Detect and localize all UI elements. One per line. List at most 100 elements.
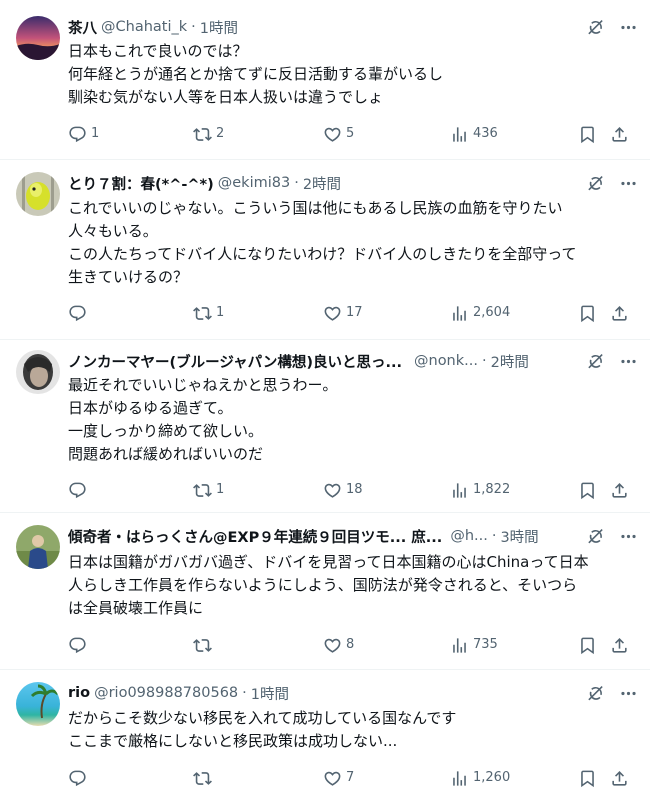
reply-button[interactable]: 1 (68, 121, 99, 147)
avatar[interactable] (16, 16, 60, 60)
tweet-line: 日本もこれで良いのでは？ (68, 42, 248, 60)
share-button[interactable] (610, 121, 633, 147)
tweet-line: 問題あれば緩めればいいのだ (68, 445, 264, 463)
heart-icon (323, 125, 342, 144)
views-button[interactable]: 2,604 (450, 300, 510, 326)
bookmark-icon (578, 125, 597, 144)
grok-icon[interactable] (586, 18, 605, 37)
repost-count: 1 (216, 482, 225, 497)
grok-icon[interactable] (586, 352, 605, 371)
user-handle[interactable]: @nonk... (414, 353, 478, 369)
views-button[interactable]: 1,822 (450, 477, 510, 503)
views-icon (450, 636, 469, 655)
more-icon[interactable] (619, 174, 638, 193)
display-name[interactable]: とり７割：春(*^-^*) (68, 173, 214, 194)
avatar[interactable] (16, 682, 60, 726)
like-button[interactable]: 8 (323, 632, 354, 658)
repost-button[interactable]: 1 (193, 477, 224, 503)
bookmark-button[interactable] (578, 300, 601, 326)
display-name[interactable]: ノンカーマヤー(ブルージャパン構想)良いと思っ... (68, 351, 402, 372)
grok-icon[interactable] (586, 174, 605, 193)
timestamp[interactable]: 1時間 (200, 17, 238, 38)
like-button[interactable]: 18 (323, 477, 363, 503)
bookmark-button[interactable] (578, 477, 601, 503)
reply-button[interactable] (68, 300, 91, 326)
like-count: 8 (346, 637, 355, 652)
user-handle[interactable]: @rio098988780568 (94, 685, 238, 701)
more-icon[interactable] (619, 18, 638, 37)
tweet-actions: 1 18 1,822 (58, 477, 642, 503)
views-icon (450, 481, 469, 500)
bookmark-button[interactable] (578, 765, 601, 791)
repost-button[interactable]: 1 (193, 300, 224, 326)
repost-button[interactable] (193, 632, 216, 658)
user-handle[interactable]: @h... (450, 528, 488, 544)
reply-tweet[interactable]: 茶八 @Chahati_k · 1時間 日本もこれで良いのでは？ 何年経とうが通… (0, 0, 650, 160)
views-button[interactable]: 1,260 (450, 765, 510, 791)
avatar[interactable] (16, 350, 60, 394)
tweet-header: 傾奇者・はらっくさん@EXP９年連続９回目ツモ... 庶... @h... · … (68, 525, 638, 547)
views-button[interactable]: 735 (450, 632, 498, 658)
grok-icon[interactable] (586, 684, 605, 703)
share-icon (610, 769, 629, 788)
bookmark-button[interactable] (578, 632, 601, 658)
share-button[interactable] (610, 477, 633, 503)
share-button[interactable] (610, 632, 633, 658)
timestamp[interactable]: 2時間 (491, 351, 529, 372)
like-button[interactable]: 7 (323, 765, 354, 791)
more-icon[interactable] (619, 352, 638, 371)
reply-button[interactable] (68, 477, 91, 503)
avatar[interactable] (16, 525, 60, 569)
like-button[interactable]: 5 (323, 121, 354, 147)
repost-button[interactable]: 2 (193, 121, 224, 147)
repost-count: 2 (216, 126, 225, 141)
bookmark-button[interactable] (578, 121, 601, 147)
tweet-line: 何年経とうが通名とか捨てずに反日活動する輩がいるし (68, 65, 444, 83)
user-handle[interactable]: @Chahati_k (101, 19, 187, 35)
more-icon[interactable] (619, 684, 638, 703)
tweet-line: 日本は国籍がガバガバ過ぎ、ドバイを見習って日本国籍の心はChinaって日本 (68, 553, 589, 571)
reply-button[interactable] (68, 632, 91, 658)
tweet-text: 最近それでいいじゃねえかと思うわー。 日本がゆるゆる過ぎて。 一度しっかり締めて… (68, 374, 634, 466)
tweet-line: 人々もいる。 (68, 222, 158, 240)
separator-dot: · (491, 528, 497, 544)
repost-icon (193, 481, 212, 500)
like-count: 17 (346, 305, 363, 320)
views-icon (450, 304, 469, 323)
user-handle[interactable]: @ekimi83 (218, 175, 290, 191)
reply-tweet[interactable]: 傾奇者・はらっくさん@EXP９年連続９回目ツモ... 庶... @h... · … (0, 513, 650, 670)
tweet-line: は全員破壊工作員に (68, 599, 204, 617)
heart-icon (323, 304, 342, 323)
more-icon[interactable] (619, 527, 638, 546)
display-name[interactable]: 茶八 (68, 17, 97, 38)
share-button[interactable] (610, 765, 633, 791)
reply-tweet[interactable]: rio @rio098988780568 · 1時間 だからこそ数少ない移民を入… (0, 670, 650, 800)
tweet-header: rio @rio098988780568 · 1時間 (68, 682, 638, 704)
view-count: 2,604 (473, 305, 511, 320)
like-button[interactable]: 17 (323, 300, 363, 326)
separator-dot: · (242, 685, 247, 701)
tweet-text: 日本は国籍がガバガバ過ぎ、ドバイを見習って日本国籍の心はChinaって日本 人ら… (68, 551, 634, 620)
avatar[interactable] (16, 172, 60, 216)
display-name[interactable]: 傾奇者・はらっくさん@EXP９年連続９回目ツモ... 庶... (68, 526, 442, 547)
reply-button[interactable] (68, 765, 91, 791)
share-button[interactable] (610, 300, 633, 326)
repost-icon (193, 769, 212, 788)
views-button[interactable]: 436 (450, 121, 498, 147)
display-name[interactable]: rio (68, 685, 90, 701)
tweet-line: 馴染む気がない人等を日本人扱いは違うでしょ (68, 88, 384, 106)
reply-icon (68, 125, 87, 144)
tweet-text: 日本もこれで良いのでは？ 何年経とうが通名とか捨てずに反日活動する輩がいるし 馴… (68, 40, 634, 109)
tweet-actions: 8 735 (58, 632, 642, 658)
reply-icon (68, 304, 87, 323)
timestamp[interactable]: 3時間 (500, 526, 538, 547)
reply-tweet[interactable]: ノンカーマヤー(ブルージャパン構想)良いと思っ... @nonk... · 2時… (0, 340, 650, 513)
timestamp[interactable]: 1時間 (251, 683, 289, 704)
tweet-header: とり７割：春(*^-^*) @ekimi83 · 2時間 (68, 172, 638, 194)
like-count: 5 (346, 126, 355, 141)
timestamp[interactable]: 2時間 (303, 173, 341, 194)
repost-button[interactable] (193, 765, 216, 791)
reply-tweet[interactable]: とり７割：春(*^-^*) @ekimi83 · 2時間 これでいいのじゃない。… (0, 160, 650, 340)
heart-icon (323, 481, 342, 500)
grok-icon[interactable] (586, 527, 605, 546)
